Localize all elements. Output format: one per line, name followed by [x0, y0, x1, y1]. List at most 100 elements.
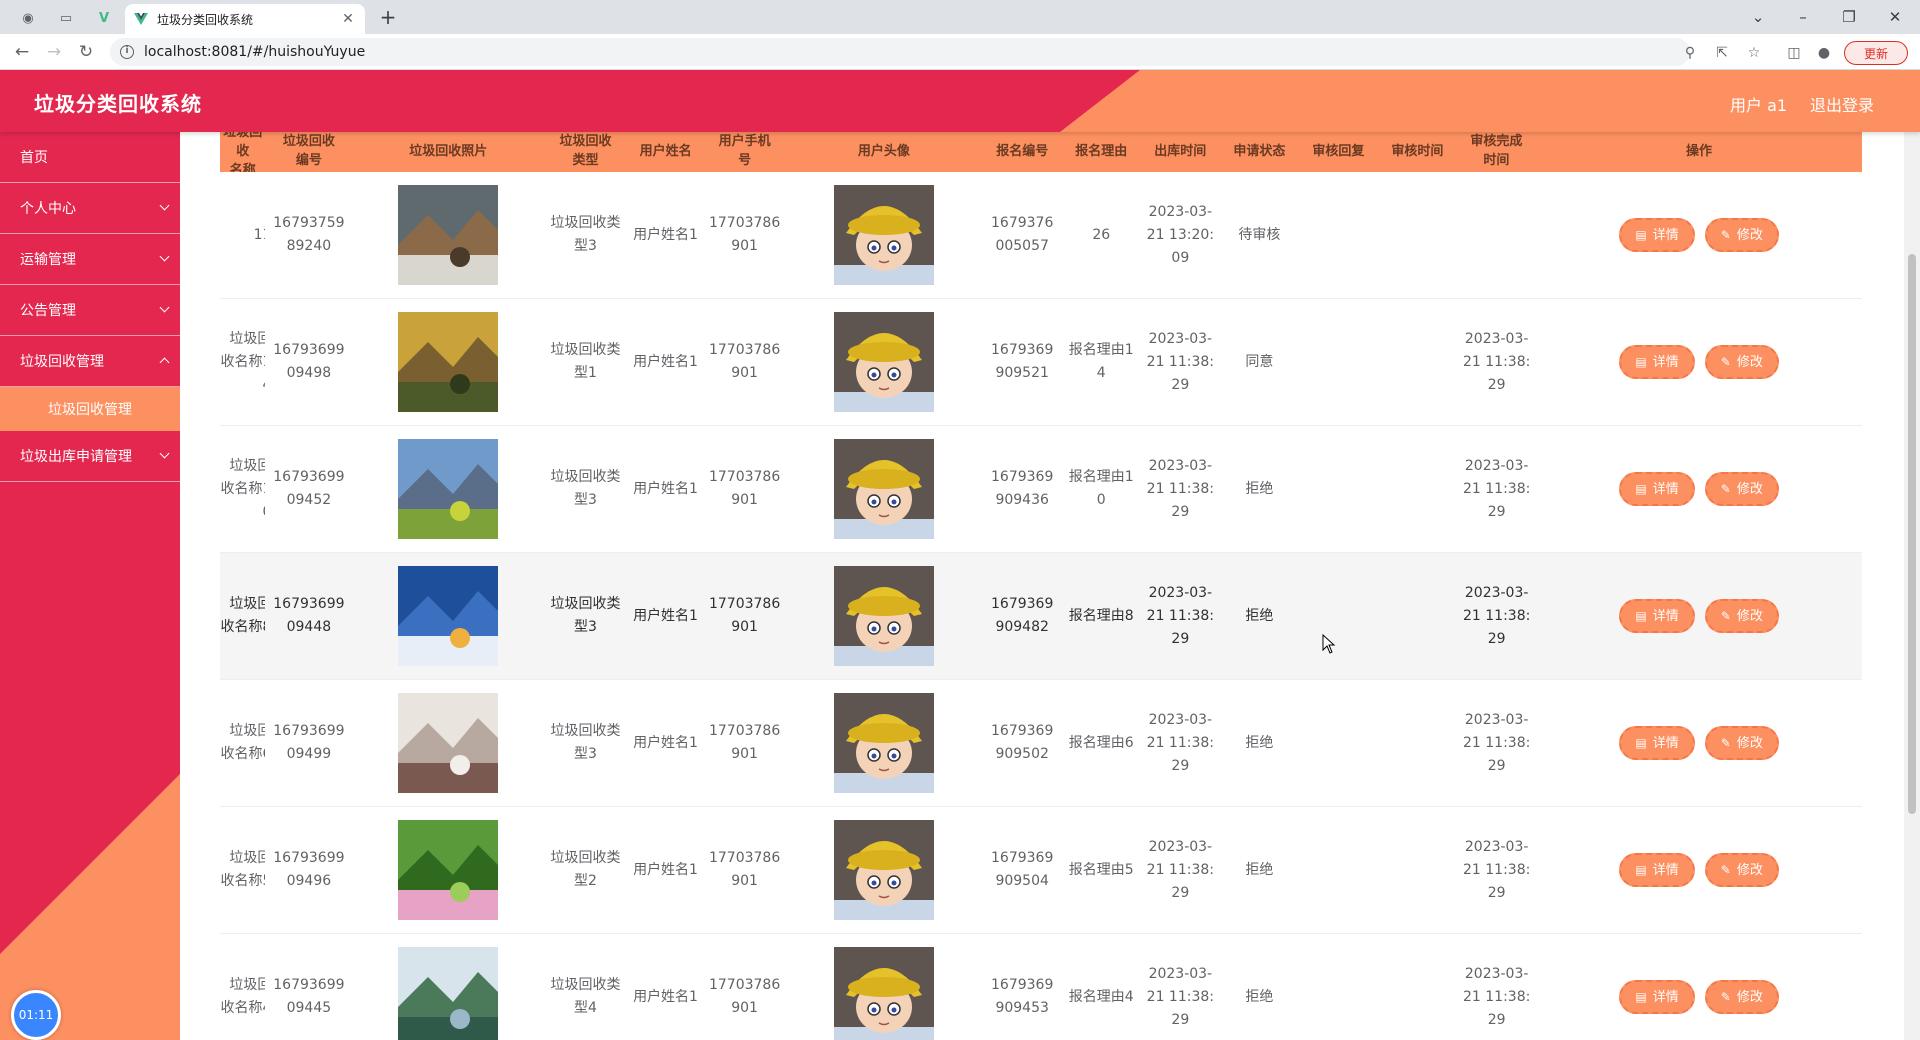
column-header: 报名编号	[996, 143, 1049, 159]
timer-badge[interactable]: 01:11	[11, 990, 61, 1040]
table-row[interactable]: 垃圾回收名称81679369909448 垃圾回收类型3 用户姓名1 17703786…	[220, 553, 1862, 680]
cell-text: 报名理由14	[1068, 342, 1134, 381]
new-tab-button[interactable]: +	[376, 5, 400, 29]
browser-tab-active[interactable]: 垃圾分类回收系统 ✕	[125, 4, 365, 34]
recycle-photo[interactable]	[398, 947, 499, 1040]
address-bar[interactable]: i localhost:8081/#/huishouYuyue	[110, 38, 1690, 66]
detail-label: 详情	[1652, 354, 1679, 370]
edit-button[interactable]: ✎ 修改	[1704, 853, 1779, 887]
restore-button[interactable]: ❐	[1826, 2, 1872, 32]
recycle-photo[interactable]	[398, 185, 499, 285]
user-avatar[interactable]	[833, 439, 934, 539]
cell-type: 垃圾回收类型3	[544, 680, 627, 806]
sidebar-item-recycle[interactable]: 垃圾回收管理	[0, 336, 180, 387]
table-row[interactable]: 垃圾回收名称41679369909445 垃圾回收类型4 用户姓名1 17703786…	[220, 934, 1862, 1040]
table-row[interactable]: 垃圾回收名称101679369909452 垃圾回收类型3 用户姓名1 1770378…	[220, 426, 1862, 553]
logout-link[interactable]: 退出登录	[1810, 92, 1874, 116]
sidebar-item-home[interactable]: 首页	[0, 132, 180, 183]
cell-reply	[1299, 299, 1378, 425]
sidebar-subitem-recycle-manage[interactable]: 垃圾回收管理	[0, 387, 180, 431]
recycle-photo-cell	[352, 172, 544, 298]
detail-button[interactable]: ▤ 详情	[1619, 726, 1695, 760]
edit-button[interactable]: ✎ 修改	[1704, 980, 1779, 1014]
cell-reason: 报名理由14	[1062, 299, 1141, 425]
page-scrollbar[interactable]	[1904, 132, 1920, 1040]
cell-reply	[1299, 934, 1378, 1040]
document-icon: ▤	[1635, 354, 1647, 369]
tab-search-icon[interactable]: ⌄	[1735, 2, 1781, 32]
cell-done-time: 2023-03-21 11:38:29	[1457, 553, 1536, 679]
tab-close-icon[interactable]: ✕	[339, 11, 357, 27]
document-icon: ▤	[1635, 481, 1647, 496]
column-header: 审核完成 时间	[1470, 134, 1523, 168]
recycle-photo[interactable]	[398, 820, 499, 920]
cell-phone: 17703786901	[704, 680, 785, 806]
window-close-button[interactable]: ✕	[1872, 2, 1918, 32]
pinned-tab-vue-icon[interactable]: V	[92, 6, 116, 30]
reload-icon[interactable]: ↻	[74, 40, 98, 64]
user-avatar[interactable]	[833, 947, 934, 1040]
share-icon[interactable]: ⇱	[1712, 43, 1732, 63]
cell-text: 11	[253, 226, 266, 243]
recycle-photo[interactable]	[398, 312, 499, 412]
detail-button[interactable]: ▤ 详情	[1619, 599, 1695, 633]
pinned-tab-icon[interactable]: ◉	[16, 6, 40, 30]
recycle-photo[interactable]	[398, 693, 499, 793]
cell-text: 报名理由10	[1068, 469, 1134, 508]
edit-button[interactable]: ✎ 修改	[1704, 726, 1779, 760]
cell-out-time: 2023-03-21 11:38:29	[1141, 934, 1220, 1040]
user-avatar[interactable]	[833, 693, 934, 793]
cell-text: 同意	[1245, 353, 1274, 370]
cell-text: 1679369909498	[273, 342, 345, 381]
detail-button[interactable]: ▤ 详情	[1619, 853, 1695, 887]
sidebar-item-transport[interactable]: 运输管理	[0, 234, 180, 285]
detail-button[interactable]: ▤ 详情	[1619, 345, 1695, 379]
user-avatar[interactable]	[833, 820, 934, 920]
detail-button[interactable]: ▤ 详情	[1619, 218, 1695, 252]
back-arrow-icon[interactable]: ←	[10, 40, 34, 64]
profile-icon[interactable]: ●	[1814, 43, 1834, 63]
cell-reason: 报名理由4	[1062, 934, 1141, 1040]
sidebar-item-personal-center[interactable]: 个人中心	[0, 183, 180, 234]
edit-pen-icon: ✎	[1720, 608, 1731, 623]
sidebar-item-outbound-apply[interactable]: 垃圾出库申请管理	[0, 431, 180, 482]
column-header: 操作	[1685, 143, 1712, 159]
site-info-icon[interactable]: i	[120, 45, 134, 59]
pinned-tab-icon[interactable]: ▭	[54, 6, 78, 30]
user-avatar[interactable]	[833, 312, 934, 412]
table-row[interactable]: 垃圾回收名称61679369909499 垃圾回收类型3 用户姓名1 17703786…	[220, 680, 1862, 807]
edit-button[interactable]: ✎ 修改	[1704, 345, 1779, 379]
chevron-down-icon	[159, 357, 170, 368]
key-icon[interactable]: ⚲	[1680, 43, 1700, 63]
cell-name: 垃圾回收名称6	[220, 680, 265, 806]
edit-button[interactable]: ✎ 修改	[1704, 218, 1779, 252]
scroll-thumb[interactable]	[1908, 254, 1916, 814]
edit-label: 修改	[1736, 989, 1763, 1005]
recycle-photo[interactable]	[398, 566, 499, 666]
user-avatar[interactable]	[833, 185, 934, 285]
edit-button[interactable]: ✎ 修改	[1704, 472, 1779, 506]
detail-button[interactable]: ▤ 详情	[1619, 472, 1695, 506]
cell-type: 垃圾回收类型3	[544, 553, 627, 679]
edit-button[interactable]: ✎ 修改	[1704, 599, 1779, 633]
actions-cell: ▤ 详情 ✎ 修改	[1536, 172, 1862, 298]
table-row[interactable]: 垃圾回收名称141679369909498 垃圾回收类型1 用户姓名1 1770378…	[220, 299, 1862, 426]
side-panel-icon[interactable]: ◫	[1784, 43, 1804, 63]
user-avatar[interactable]	[833, 566, 934, 666]
browser-tab-strip: ◉ ▭ V 垃圾分类回收系统 ✕ + ⌄ – ❐ ✕	[0, 0, 1920, 34]
sidebar-item-label: 运输管理	[20, 252, 76, 268]
mouse-cursor-icon	[1322, 634, 1336, 654]
cell-reason: 报名理由10	[1062, 426, 1141, 552]
table-row[interactable]: 11 1679375989240 垃圾回收类型3 用户姓名1 17703786901 16…	[220, 172, 1862, 299]
forward-arrow-icon[interactable]: →	[42, 40, 66, 64]
detail-button[interactable]: ▤ 详情	[1619, 980, 1695, 1014]
table-row[interactable]: 垃圾回收名称51679369909496 垃圾回收类型2 用户姓名1 17703786…	[220, 807, 1862, 934]
update-button[interactable]: 更新	[1844, 41, 1908, 65]
sidebar-item-notices[interactable]: 公告管理	[0, 285, 180, 336]
recycle-photo[interactable]	[398, 439, 499, 539]
bookmark-star-icon[interactable]: ☆	[1744, 43, 1764, 63]
cell-text: 用户姓名1	[633, 988, 698, 1005]
url-text: localhost:8081/#/huishouYuyue	[144, 44, 366, 60]
cell-done-time: 2023-03-21 11:38:29	[1457, 807, 1536, 933]
minimize-button[interactable]: –	[1780, 2, 1826, 32]
